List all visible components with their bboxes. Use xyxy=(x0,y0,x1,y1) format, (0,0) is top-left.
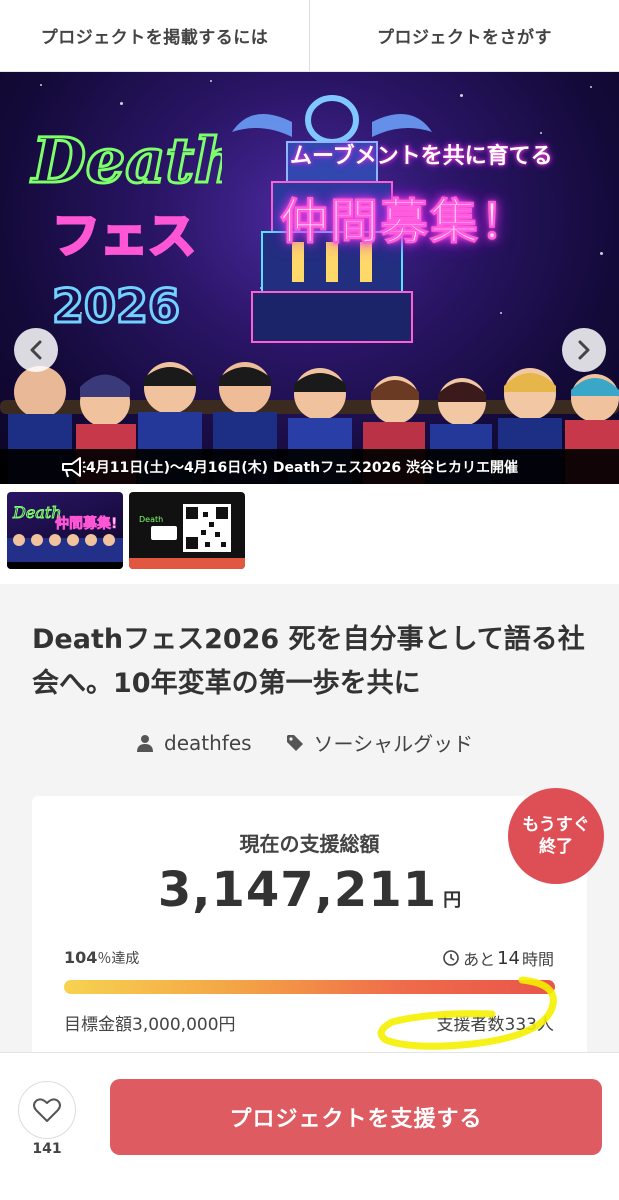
chevron-left-icon xyxy=(30,340,42,360)
svg-text:仲間募集!: 仲間募集! xyxy=(55,515,117,532)
project-owner-link[interactable]: deathfes xyxy=(164,731,252,755)
hero-slogan-line1: ムーブメントを共に育てる xyxy=(290,144,553,169)
carousel-next-button[interactable] xyxy=(562,328,606,372)
highlighter-annotation xyxy=(377,976,557,1050)
tag-icon xyxy=(286,734,303,751)
search-projects-link[interactable]: プロジェクトをさがす xyxy=(310,0,619,71)
user-icon xyxy=(137,734,153,752)
favorite-count: 141 xyxy=(32,1141,62,1157)
neon-festival-logo: Death フェス 2026 xyxy=(29,123,223,333)
time-remaining: あと 14 時間 xyxy=(443,946,554,970)
hero-caption-bar: 4月11日(土)〜4月16日(木) Deathフェス2026 渋谷ヒカリエ開催 xyxy=(0,449,619,484)
svg-text:フェス: フェス xyxy=(52,208,196,264)
bottom-action-bar: 141 プロジェクトを支援する xyxy=(0,1052,619,1200)
goal-amount: 目標金額3,000,000円 xyxy=(64,1015,236,1035)
top-nav: プロジェクトを掲載するには プロジェクトをさがす xyxy=(0,0,619,72)
thumbnail-strip: Death 仲間募集! Death xyxy=(0,484,619,584)
megaphone-icon xyxy=(62,457,86,478)
funding-label: 現在の支援総額 xyxy=(239,832,380,856)
hero-banner[interactable]: Death フェス 2026 ムーブメントを共に育てる 仲間募集！ xyxy=(0,72,619,484)
heart-icon xyxy=(33,1098,61,1122)
funding-amount-value: 3,147,211 xyxy=(157,862,438,918)
clock-icon xyxy=(443,950,459,966)
ending-soon-badge: もうすぐ 終了 xyxy=(508,788,604,884)
list-project-link[interactable]: プロジェクトを掲載するには xyxy=(0,0,309,71)
favorite-button[interactable] xyxy=(18,1081,76,1139)
funding-amount: 3,147,211 円 xyxy=(32,862,587,918)
funding-status-row: 104％達成 あと 14 時間 xyxy=(64,946,554,970)
project-category-link[interactable]: ソーシャルグッド xyxy=(314,728,474,757)
thumbnail-2[interactable]: Death xyxy=(129,492,245,569)
chevron-right-icon xyxy=(578,340,590,360)
hero-slogan-line2: 仲間募集！ xyxy=(279,194,531,251)
carousel-prev-button[interactable] xyxy=(14,328,58,372)
svg-text:Death: Death xyxy=(139,515,163,524)
funding-amount-unit: 円 xyxy=(443,890,462,911)
svg-text:Death: Death xyxy=(30,124,222,197)
svg-text:2026: 2026 xyxy=(52,279,180,332)
thumbnail-1[interactable]: Death 仲間募集! xyxy=(7,492,123,569)
achievement-percent: 104％達成 xyxy=(64,948,140,967)
hero-caption-text: 4月11日(土)〜4月16日(木) Deathフェス2026 渋谷ヒカリエ開催 xyxy=(86,459,518,476)
project-header: Deathフェス2026 死を自分事として語る社会へ。10年変革の第一歩を共に … xyxy=(0,584,619,774)
support-project-button[interactable]: プロジェクトを支援する xyxy=(110,1079,602,1155)
project-meta: deathfes ソーシャルグッド xyxy=(136,728,473,757)
project-title: Deathフェス2026 死を自分事として語る社会へ。10年変革の第一歩を共に xyxy=(32,624,585,699)
